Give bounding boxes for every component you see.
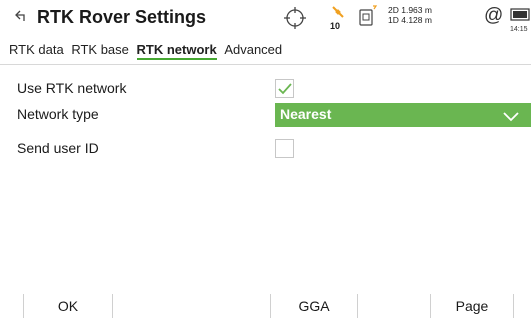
precision-1d: 1D 4.128 m xyxy=(388,15,432,25)
send-user-id-label: Send user ID xyxy=(17,140,99,156)
satellite-count: 10 xyxy=(330,21,341,31)
clock-time: 14:15 xyxy=(510,26,528,33)
tab-rtk-base[interactable]: RTK base xyxy=(71,42,129,57)
softkey-divider xyxy=(357,294,358,318)
checkmark-icon xyxy=(278,83,292,95)
softkey-divider xyxy=(112,294,113,318)
precision-2d: 2D 1.963 m xyxy=(388,5,432,15)
back-icon[interactable] xyxy=(14,9,26,21)
softkey-bar: OK GGA Page xyxy=(0,292,531,320)
ok-button[interactable]: OK xyxy=(24,294,112,318)
use-rtk-network-label: Use RTK network xyxy=(17,80,127,96)
page-button[interactable]: Page xyxy=(431,294,513,318)
crosshair-icon[interactable] xyxy=(284,7,306,29)
title-bar: RTK Rover Settings 10 2D 1.963 m 1D 4.12… xyxy=(0,0,531,40)
tab-rtk-network[interactable]: RTK network xyxy=(136,42,217,60)
network-type-value: Nearest xyxy=(280,106,332,122)
rover-status-icon[interactable] xyxy=(358,4,378,32)
send-user-id-checkbox[interactable] xyxy=(275,139,294,158)
use-rtk-network-row: Use RTK network xyxy=(0,76,531,102)
tab-advanced[interactable]: Advanced xyxy=(224,42,282,57)
send-user-id-row: Send user ID xyxy=(0,136,531,162)
at-icon[interactable]: @ xyxy=(484,5,503,27)
network-type-row: Network type Nearest xyxy=(0,102,531,128)
battery-icon xyxy=(510,8,530,21)
softkey-divider xyxy=(513,294,514,318)
use-rtk-network-checkbox[interactable] xyxy=(275,79,294,98)
tab-rtk-data[interactable]: RTK data xyxy=(9,42,64,57)
satellite-icon xyxy=(332,6,344,18)
network-type-label: Network type xyxy=(17,106,99,122)
gga-button[interactable]: GGA xyxy=(271,294,357,318)
position-precision: 2D 1.963 m 1D 4.128 m xyxy=(388,5,432,25)
network-type-select[interactable]: Nearest xyxy=(275,103,531,127)
battery-status: 14:15 xyxy=(510,6,531,34)
satellite-status[interactable]: 10 xyxy=(327,4,347,34)
chevron-down-icon xyxy=(503,109,519,127)
tab-bar: RTK data RTK base RTK network Advanced xyxy=(9,42,286,62)
tab-divider xyxy=(0,64,531,65)
page-title: RTK Rover Settings xyxy=(37,7,207,27)
